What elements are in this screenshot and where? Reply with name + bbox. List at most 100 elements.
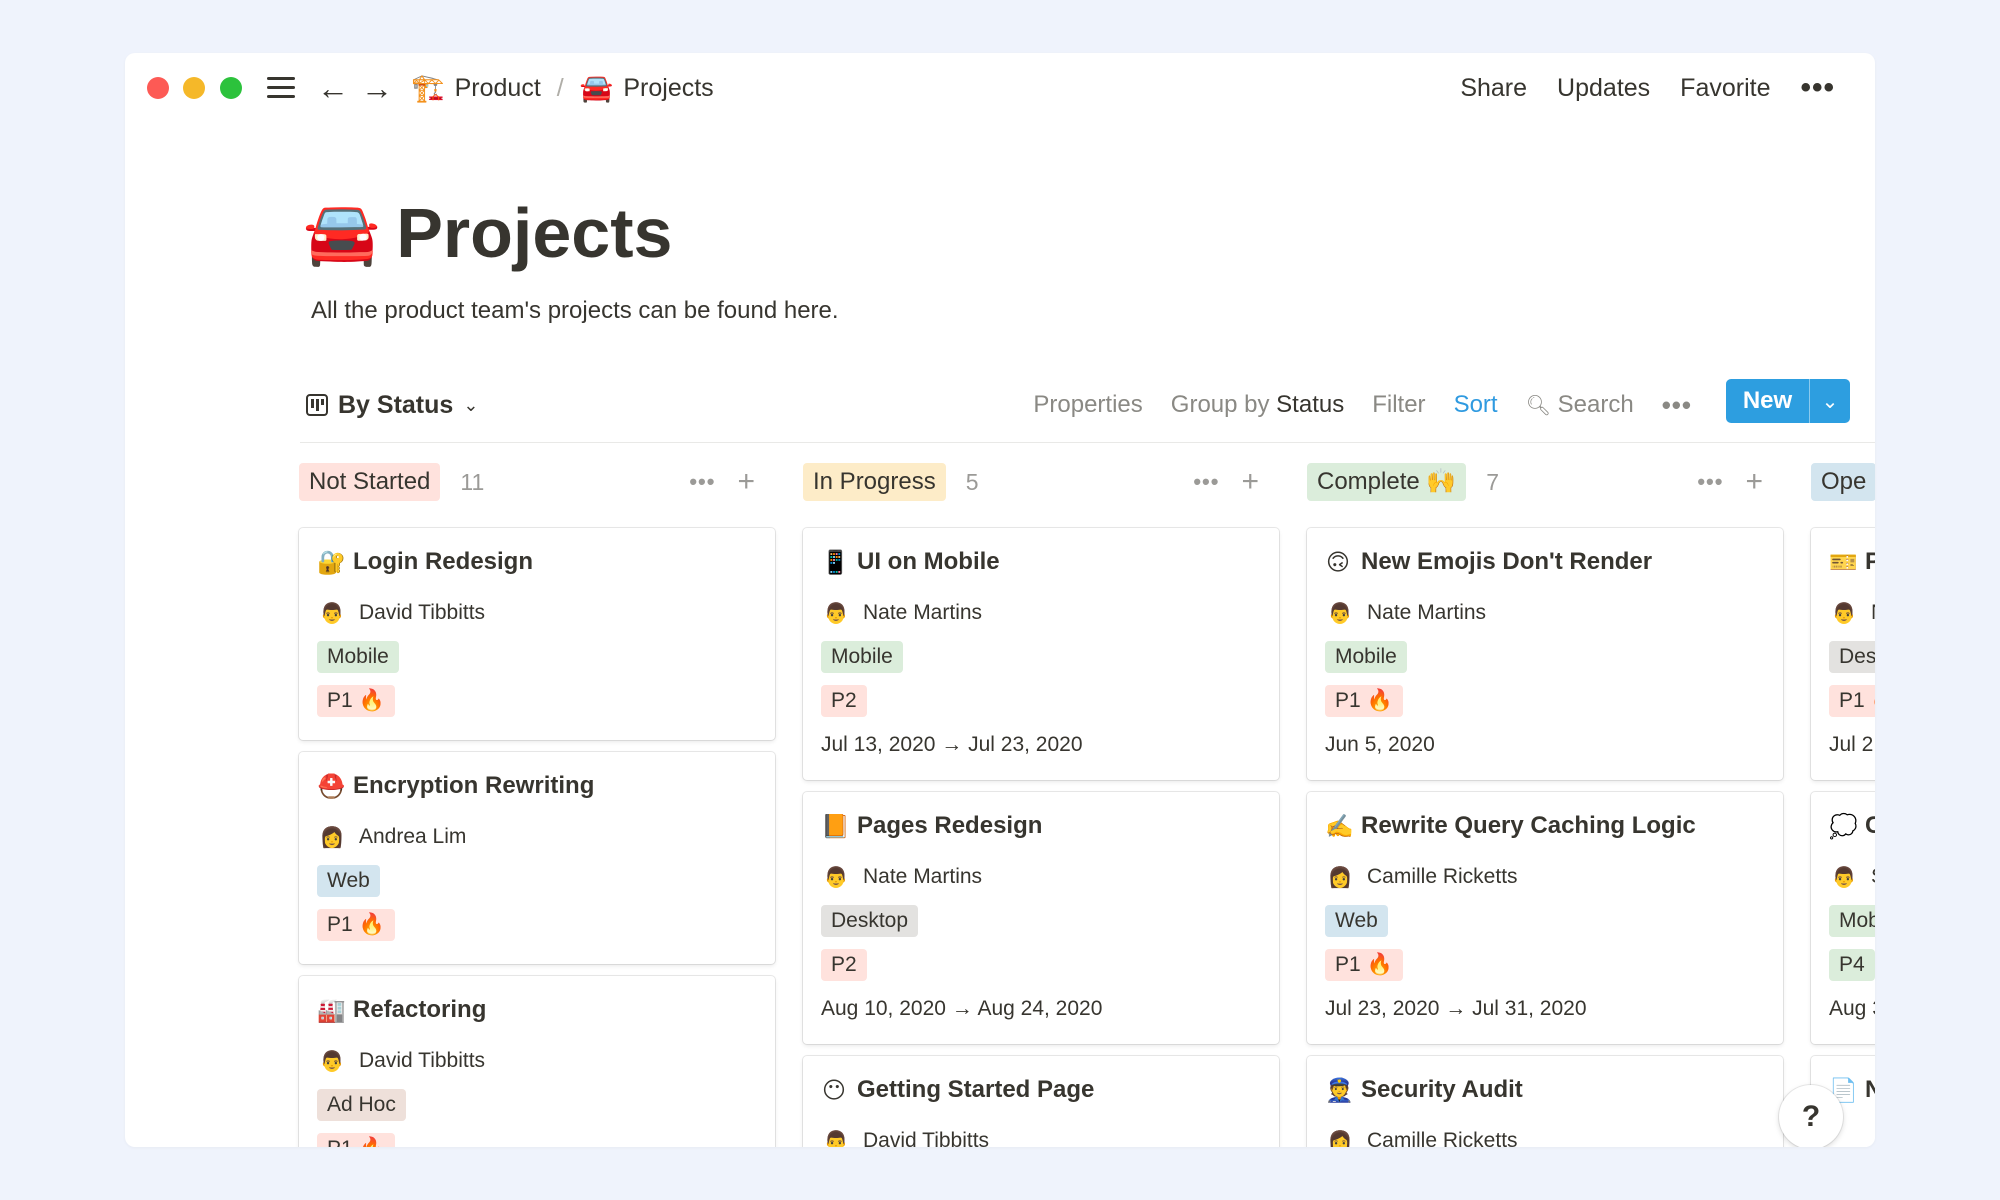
priority-tag: P1 🔥 [317, 909, 395, 941]
add-card-icon[interactable]: + [737, 465, 755, 499]
new-dropdown-chevron-icon[interactable]: ⌄ [1810, 379, 1850, 423]
page-title-text: Projects [396, 194, 673, 272]
updates-button[interactable]: Updates [1557, 74, 1650, 103]
breadcrumb-product[interactable]: Product [455, 74, 541, 103]
group-by-value: Status [1276, 391, 1345, 418]
column-actions: ••• + [1697, 462, 1763, 502]
page-description[interactable]: All the product team's projects can be f… [311, 297, 839, 325]
minimize-window-button[interactable] [183, 77, 205, 99]
help-button[interactable]: ? [1779, 1085, 1843, 1147]
card-priority-row: P1 🔥 [1325, 684, 1765, 718]
sort-button[interactable]: Sort [1454, 391, 1498, 419]
column-status-tag[interactable]: In Progress [803, 463, 946, 501]
column-count: 11 [460, 468, 485, 495]
priority-tag: P2 [821, 949, 867, 981]
add-card-icon[interactable]: + [1745, 465, 1763, 499]
card-emoji-icon: 📙 [821, 812, 850, 839]
card-date-row: Jul 23, 2020 → Jul 31, 2020 [1325, 992, 1765, 1026]
card-assignee: 👩 Camille Ricketts [1325, 860, 1765, 894]
more-options-icon[interactable]: ••• [1800, 71, 1835, 105]
card-title: 🔐 Login Redesign [317, 546, 757, 578]
card-date: Jun 5, 2020 [1325, 733, 1435, 756]
avatar: 👩 [1327, 1130, 1353, 1148]
board-card[interactable]: 📙 Pages Redesign 👨 Nate Martins Desktop P2 Aug… [803, 792, 1279, 1044]
priority-tag: P1 🔥 [1325, 685, 1403, 717]
breadcrumb-projects[interactable]: Projects [623, 74, 713, 103]
assignee-name: Nate Martins [1367, 601, 1487, 624]
breadcrumb-product-emoji: 🏗️ [411, 73, 445, 103]
column-status-tag[interactable]: Complete 🙌 [1307, 463, 1467, 501]
new-button[interactable]: New [1726, 379, 1810, 423]
toolbar-more-icon[interactable]: ••• [1662, 390, 1692, 421]
card-emoji-icon: 👮 [1325, 1076, 1354, 1103]
page-icon[interactable]: 🚘 [303, 197, 380, 270]
column-more-icon[interactable]: ••• [689, 469, 715, 495]
type-tag: Mobile [1325, 641, 1407, 673]
card-assignee: 👨N [1829, 596, 1875, 630]
board-card[interactable]: 😶 Getting Started Page 👨 David Tibbitts [803, 1056, 1279, 1147]
board-card[interactable]: ✍️ Rewrite Query Caching Logic 👩 Camille Ri… [1307, 792, 1783, 1044]
sidebar-toggle-icon[interactable] [264, 69, 298, 107]
assignee-name: David Tibbitts [359, 1049, 486, 1072]
board-card[interactable]: 🏭 Refactoring 👨 David Tibbitts Ad Hoc P1 🔥 [299, 976, 775, 1147]
filter-button[interactable]: Filter [1372, 391, 1425, 419]
breadcrumb-separator: / [556, 73, 564, 102]
avatar: 👨 [319, 602, 345, 625]
card-title-text: Pages Redesign [857, 812, 1043, 839]
column-more-icon[interactable]: ••• [1193, 469, 1219, 495]
toolbar-actions: Properties Group by Status Filter Sort 🔍… [1033, 385, 1692, 425]
page-title[interactable]: 🚘 Projects [303, 183, 839, 283]
card-priority-row: P2 [821, 948, 1261, 982]
card-date-row: Aug 10, 2020 → Aug 24, 2020 [821, 992, 1261, 1026]
card-title: 👮 Security Audit [1325, 1074, 1765, 1106]
board-card[interactable]: 🙃 New Emojis Don't Render 👨 Nate Martins Mob… [1307, 528, 1783, 780]
card-assignee: 👨 Nate Martins [821, 596, 1261, 630]
column-actions: ••• + [1193, 462, 1259, 502]
search-icon: 🔍︎ [1525, 395, 1551, 417]
card-type-row: Mob [1829, 904, 1875, 938]
board-column: Ope🎫P👨NDesP1 🔥Jul 2💭C👨SMobP4Aug 3📄N [1811, 462, 1875, 1147]
forward-arrow-icon[interactable]: → [360, 69, 394, 107]
close-window-button[interactable] [147, 77, 169, 99]
assignee-name: David Tibbitts [359, 601, 486, 624]
card-title-text: UI on Mobile [857, 548, 1000, 575]
board-card[interactable]: 🎫P👨NDesP1 🔥Jul 2 [1811, 528, 1875, 780]
column-actions: ••• + [689, 462, 755, 502]
avatar: 👨 [823, 866, 849, 889]
share-button[interactable]: Share [1460, 74, 1527, 103]
column-count: 5 [965, 468, 979, 495]
add-card-icon[interactable]: + [1241, 465, 1259, 499]
card-assignee: 👩 Andrea Lim [317, 820, 757, 854]
card-assignee: 👨 David Tibbitts [317, 596, 757, 630]
avatar: 👩 [1327, 866, 1353, 889]
column-status-tag[interactable]: Ope [1811, 463, 1875, 501]
type-tag: Mobile [821, 641, 903, 673]
board-card[interactable]: ⛑️ Encryption Rewriting 👩 Andrea Lim Web P1 🔥 [299, 752, 775, 964]
new-button-group: New ⌄ [1726, 379, 1850, 423]
card-title: 📱 UI on Mobile [821, 546, 1261, 578]
view-selector[interactable]: By Status ⌄ [306, 385, 478, 425]
card-emoji-icon: 🙃 [1326, 548, 1350, 575]
back-arrow-icon[interactable]: ← [316, 69, 350, 107]
favorite-button[interactable]: Favorite [1680, 74, 1770, 103]
breadcrumb-projects-emoji: 🚘 [579, 73, 614, 103]
board-card[interactable]: 💭C👨SMobP4Aug 3 [1811, 792, 1875, 1044]
board-card[interactable]: 🔐 Login Redesign 👨 David Tibbitts Mobile P1 🔥 [299, 528, 775, 740]
card-type-row: Des [1829, 640, 1875, 674]
group-by-button[interactable]: Group by Status [1171, 391, 1344, 419]
app-window: ← → 🏗️ Product / 🚘 Projects Share Update… [125, 53, 1875, 1147]
column-more-icon[interactable]: ••• [1697, 469, 1723, 495]
card-priority-row: P1 🔥 [317, 1132, 757, 1147]
top-actions: Share Updates Favorite ••• [1460, 69, 1835, 107]
card-title: ✍️ Rewrite Query Caching Logic [1325, 810, 1765, 842]
properties-button[interactable]: Properties [1033, 391, 1142, 419]
board-card[interactable]: 👮 Security Audit 👩 Camille Ricketts [1307, 1056, 1783, 1147]
search-button[interactable]: 🔍︎ Search [1526, 391, 1634, 419]
card-date-row: Jul 2 [1829, 728, 1875, 762]
maximize-window-button[interactable] [220, 77, 242, 99]
card-assignee: 👨 Nate Martins [1325, 596, 1765, 630]
column-status-tag[interactable]: Not Started [299, 463, 441, 501]
board-card[interactable]: 📱 UI on Mobile 👨 Nate Martins Mobile P2 Jul 13… [803, 528, 1279, 780]
top-bar: ← → 🏗️ Product / 🚘 Projects Share Update… [125, 53, 1875, 123]
column-header: In Progress 5 ••• + [803, 462, 1281, 502]
